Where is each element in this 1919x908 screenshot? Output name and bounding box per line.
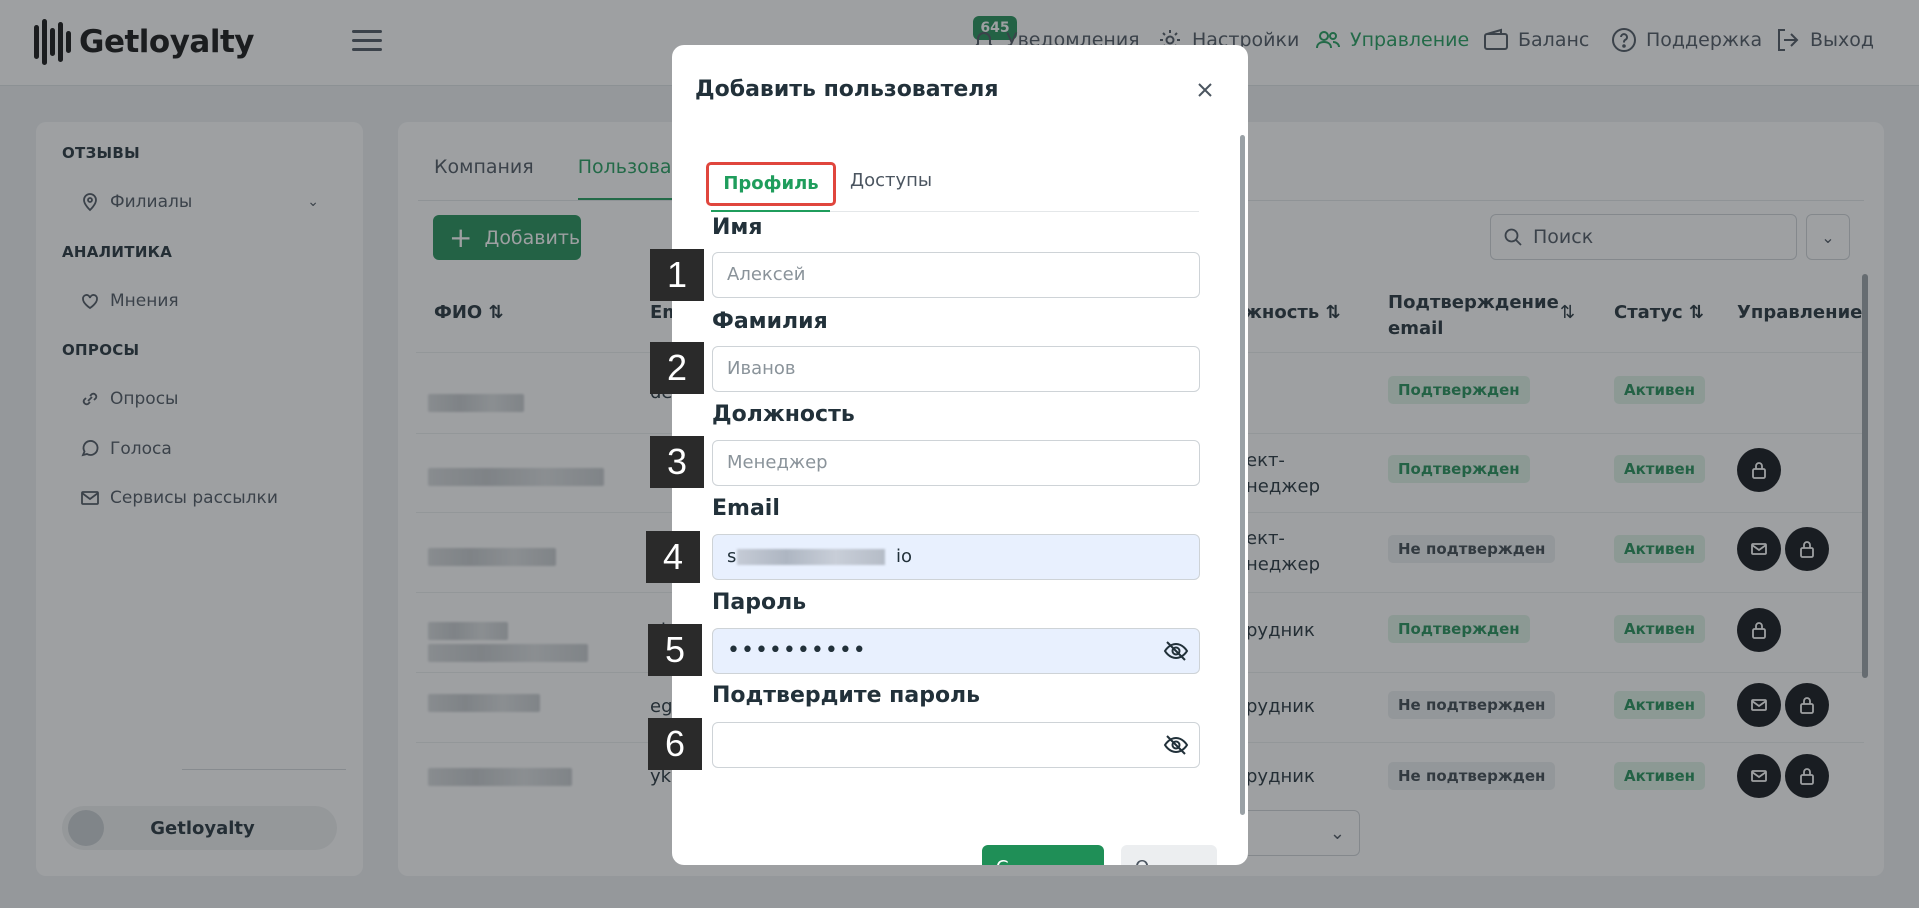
password-field[interactable]: •••••••••• [712, 628, 1200, 674]
first-name-label: Имя [712, 215, 763, 240]
eye-off-icon[interactable] [1163, 639, 1189, 663]
email-field[interactable]: s io [712, 534, 1200, 580]
confirm-password-field[interactable] [712, 722, 1200, 768]
first-name-field[interactable]: Алексей [712, 252, 1200, 298]
field-marker: 5 [648, 624, 702, 676]
field-marker: 3 [650, 436, 704, 488]
eye-off-icon[interactable] [1163, 733, 1189, 757]
dialog-scrollbar[interactable] [1240, 135, 1245, 815]
blurred-email [737, 549, 885, 565]
cancel-button[interactable]: О [1121, 845, 1217, 865]
position-label: Должность [712, 402, 855, 427]
confirm-password-label: Подтвердите пароль [712, 683, 981, 708]
close-icon[interactable] [1191, 76, 1219, 104]
tab-access[interactable]: Доступы [850, 170, 932, 191]
tab-profile[interactable]: Профиль [706, 162, 836, 206]
password-label: Пароль [712, 590, 807, 615]
last-name-field[interactable]: Иванов [712, 346, 1200, 392]
field-marker: 2 [650, 342, 704, 394]
dialog-title: Добавить пользователя [695, 77, 999, 102]
field-marker: 4 [646, 531, 700, 583]
field-marker: 1 [650, 249, 704, 301]
last-name-label: Фамилия [712, 309, 828, 334]
add-user-dialog: Добавить пользователя Профиль Доступы Им… [672, 45, 1248, 865]
field-marker: 6 [648, 718, 702, 770]
email-label: Email [712, 496, 780, 521]
active-tab-underline [711, 210, 830, 212]
save-button[interactable]: С [982, 845, 1104, 865]
position-field[interactable]: Менеджер [712, 440, 1200, 486]
